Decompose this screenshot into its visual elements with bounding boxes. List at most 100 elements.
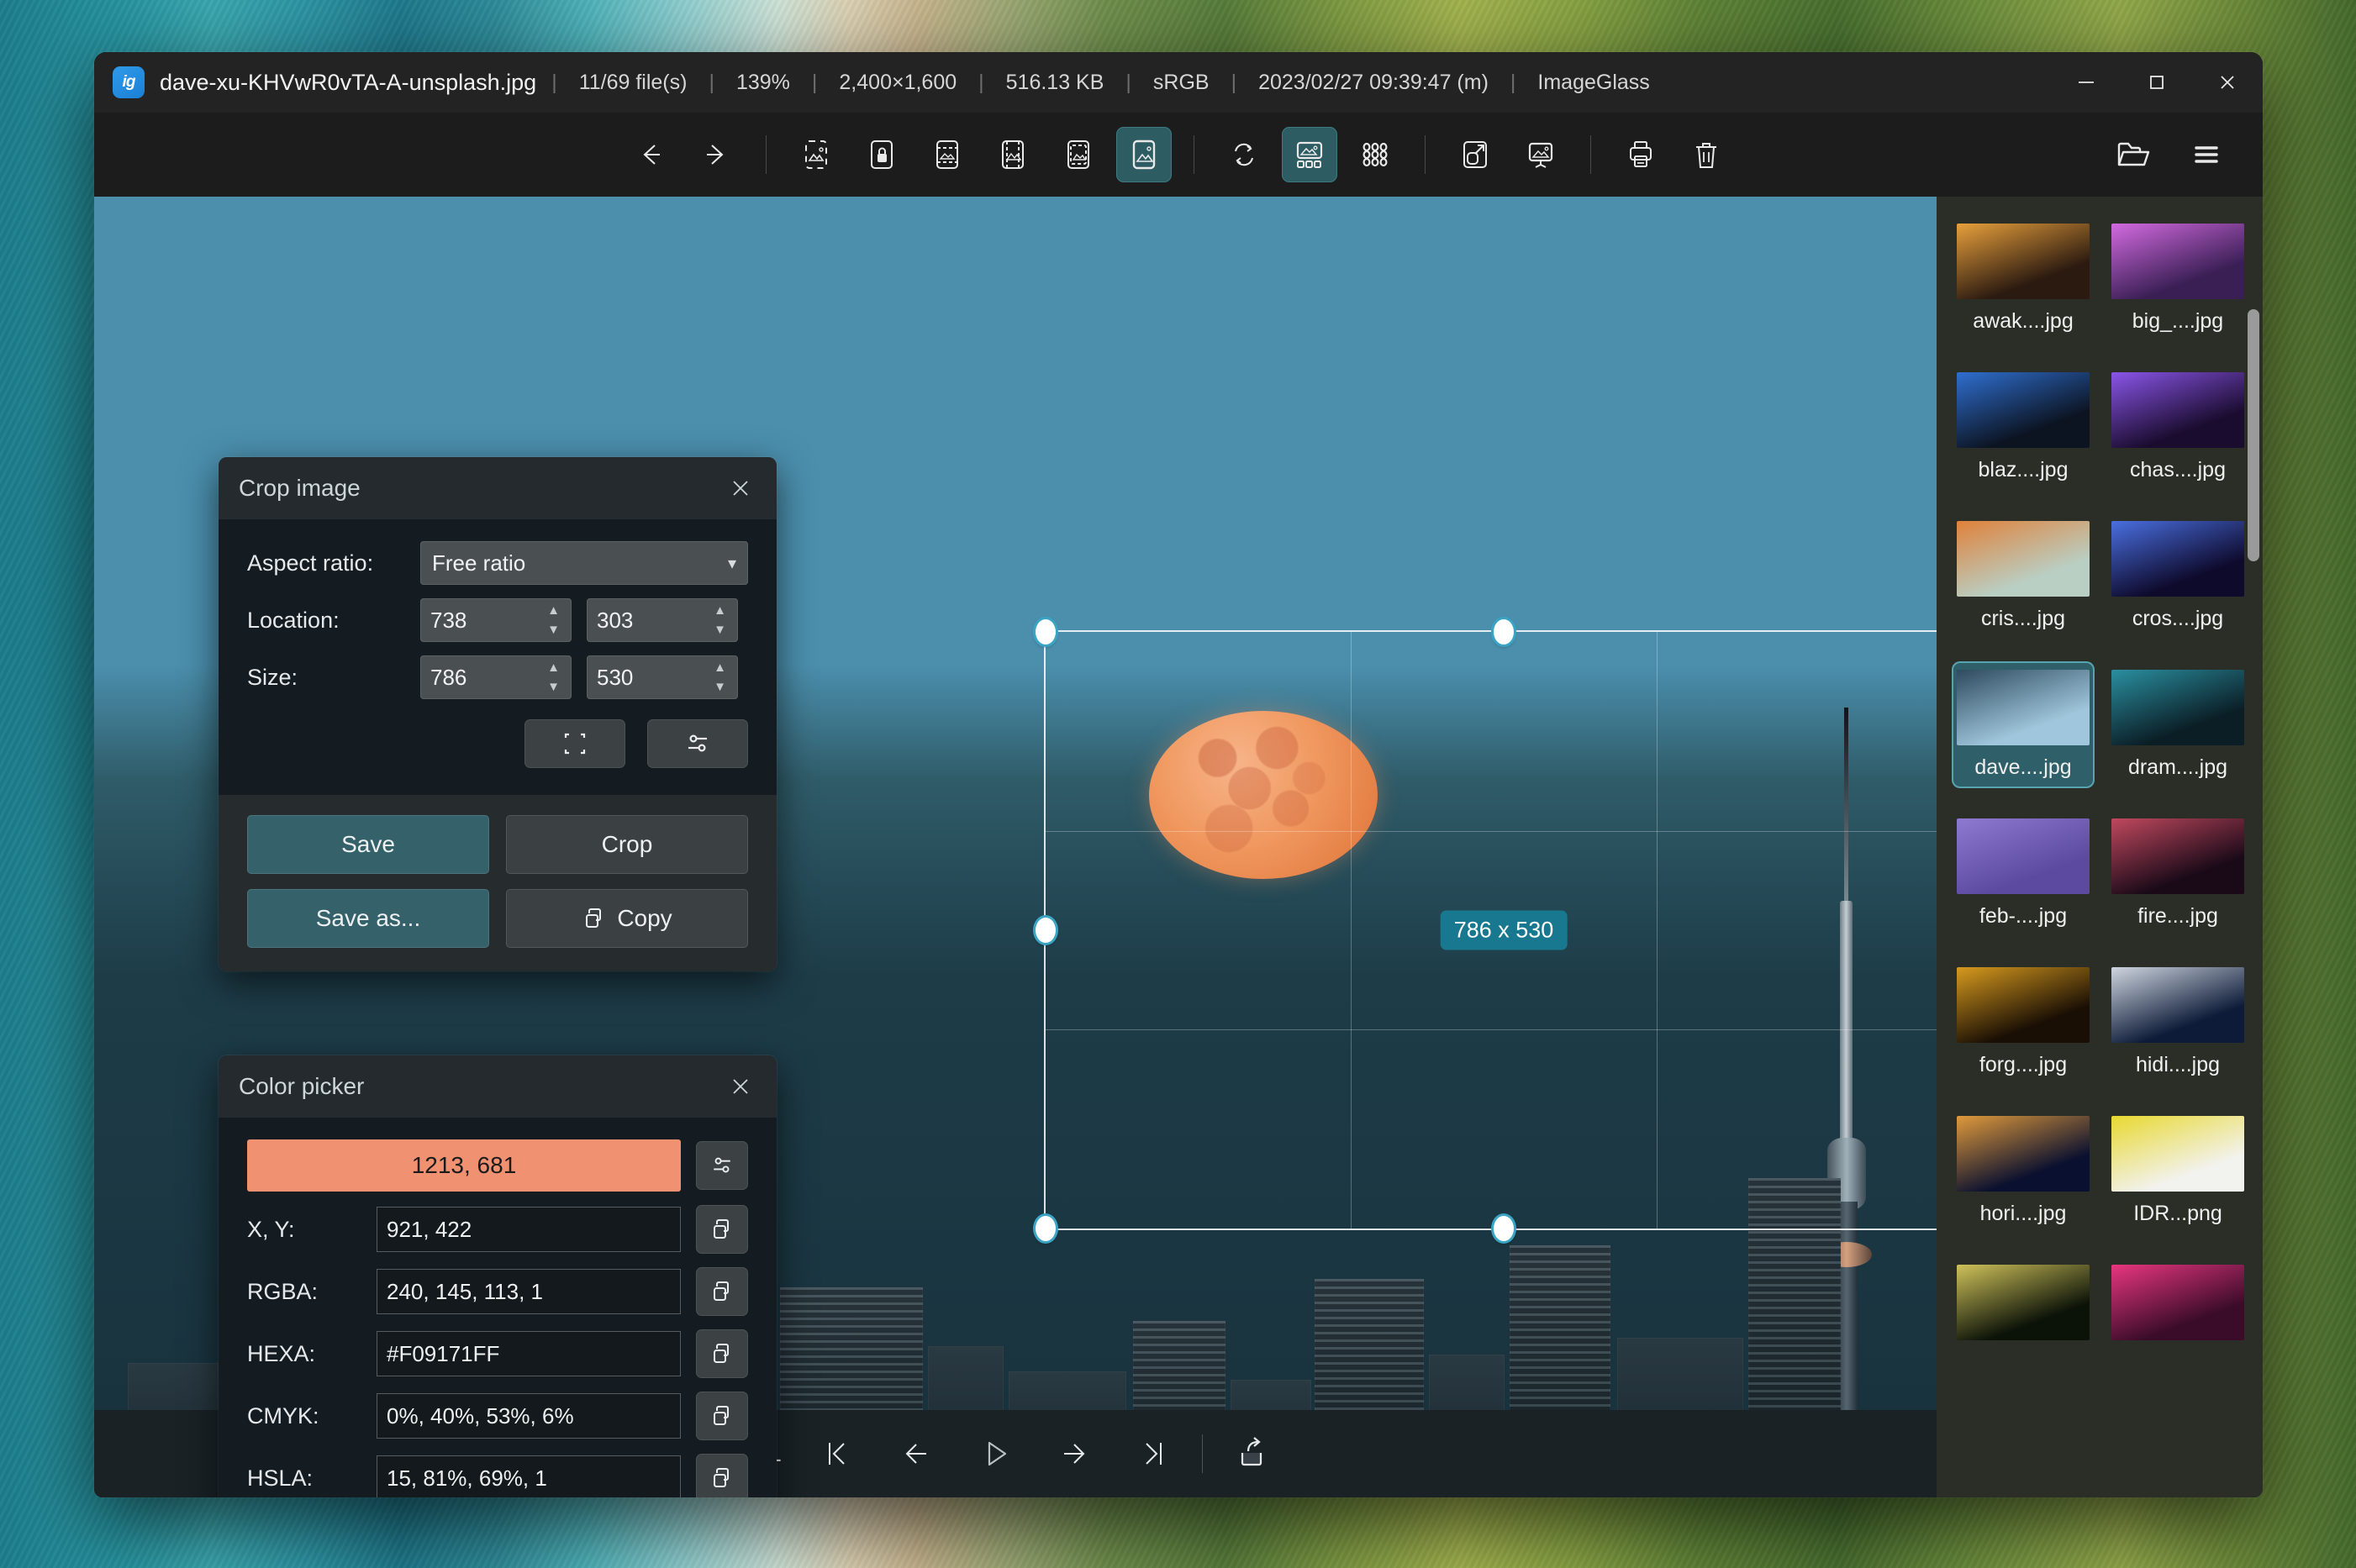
location-x-value: 738 [430,607,467,633]
aspect-ratio-label: Aspect ratio: [247,550,374,576]
thumbnail-item[interactable]: hidi....jpg [2106,959,2249,1086]
thumbnail-filename: fire....jpg [2137,904,2218,928]
thumbnail-item[interactable]: awak....jpg [1952,215,2095,342]
size-width-input[interactable]: 786 ▲ ▼ [420,655,572,699]
thumbnail-image [1957,1116,2090,1192]
crop-image-panel: Crop image Aspect ratio: Free ratio ▾ Lo… [219,457,777,971]
hamburger-menu-button[interactable] [2179,127,2234,182]
spinner-arrows-icon[interactable]: ▲ ▼ [547,598,560,642]
scale-to-width-button[interactable] [920,127,975,182]
toggle-checkerboard-button[interactable] [1347,127,1403,182]
thumbnail-item[interactable]: forg....jpg [1952,959,2095,1086]
thumbnail-filename: dave....jpg [1974,755,2072,779]
thumbnail-item[interactable]: IDR...png [2106,1108,2249,1234]
color-field-input[interactable]: 921, 422 [377,1207,681,1252]
thumbnail-item[interactable]: dram....jpg [2106,661,2249,788]
spinner-arrows-icon[interactable]: ▲ ▼ [547,655,560,699]
thumbnail-item[interactable]: hori....jpg [1952,1108,2095,1234]
minimize-button[interactable] [2051,52,2121,113]
aspect-ratio-row: Aspect ratio: Free ratio ▾ [247,541,748,585]
size-row: Size: 786 ▲ ▼ 530 ▲ ▼ [247,655,748,699]
crop-settings-button[interactable] [647,719,748,768]
maximize-button[interactable] [2121,52,2192,113]
size-height-value: 530 [597,664,634,690]
thumbnail-item[interactable]: cris....jpg [1952,513,2095,639]
crop-handle-top-center[interactable] [1494,619,1514,645]
thumbnail-item[interactable]: cros....jpg [2106,513,2249,639]
color-picker-close-icon[interactable] [719,1066,762,1108]
color-picker-title: Color picker [239,1073,365,1099]
print-button[interactable] [1613,127,1668,182]
thumbnail-scrollbar[interactable] [2248,208,2259,1486]
crop-copy-label: Copy [617,905,672,931]
autozoom-button[interactable] [788,127,844,182]
thumbnail-item[interactable]: blaz....jpg [1952,364,2095,491]
back-button[interactable] [623,127,678,182]
color-picker-settings-button[interactable] [696,1141,748,1190]
spinner-arrows-icon[interactable]: ▲ ▼ [714,655,726,699]
crop-save-as-button[interactable]: Save as... [247,889,489,948]
copy-icon[interactable] [696,1454,748,1497]
thumbnail-item[interactable]: big_....jpg [2106,215,2249,342]
color-field-row: X, Y: 921, 422 [247,1205,748,1254]
slideshow-button[interactable] [1513,127,1568,182]
export-button[interactable] [1221,1424,1282,1483]
location-x-input[interactable]: 738 ▲ ▼ [420,598,572,642]
select-all-button[interactable] [524,719,625,768]
scale-to-fit-button[interactable] [1051,127,1106,182]
thumbnail-scrollbar-thumb[interactable] [2248,309,2259,561]
aspect-ratio-select[interactable]: Free ratio ▾ [420,541,748,585]
next-image-button[interactable] [1044,1424,1104,1483]
crop-handle-top-left[interactable] [1036,619,1056,645]
thumbnail-item-selected[interactable]: dave....jpg [1952,661,2095,788]
scale-to-fill-button[interactable] [1116,127,1172,182]
last-page-button[interactable] [1123,1424,1183,1483]
thumbnail-item[interactable]: chas....jpg [2106,364,2249,491]
scale-to-height-button[interactable] [985,127,1041,182]
thumbnail-item[interactable]: feb-....jpg [1952,810,2095,937]
copy-icon[interactable] [696,1205,748,1254]
previous-image-button[interactable] [886,1424,946,1483]
close-button[interactable] [2192,52,2263,113]
crop-selection[interactable]: 786 x 530 [1036,619,1937,1241]
crop-copy-button[interactable]: Copy [506,889,748,948]
lock-zoom-button[interactable] [854,127,909,182]
copy-icon[interactable] [696,1392,748,1440]
fullscreen-button[interactable] [1447,127,1503,182]
crop-apply-button[interactable]: Crop [506,815,748,874]
toolbar-divider [1425,135,1426,174]
refresh-button[interactable] [1216,127,1272,182]
delete-button[interactable] [1679,127,1734,182]
color-field-input[interactable]: 0%, 40%, 53%, 6% [377,1393,681,1439]
size-height-input[interactable]: 530 ▲ ▼ [587,655,738,699]
thumbnail-image [1957,224,2090,299]
forward-button[interactable] [688,127,744,182]
copy-icon[interactable] [696,1267,748,1316]
color-swatch-row: 1213, 681 [247,1139,748,1192]
thumbnail-panel[interactable]: awak....jpg big_....jpg blaz....jpg chas...… [1937,197,2263,1497]
play-slideshow-button[interactable] [965,1424,1025,1483]
crop-handle-bottom-left[interactable] [1036,1216,1056,1241]
imageglass-icon: ig [113,66,145,98]
thumbnail-item[interactable] [1952,1256,2095,1349]
location-y-input[interactable]: 303 ▲ ▼ [587,598,738,642]
copy-icon[interactable] [696,1329,748,1378]
toggle-thumbnails-button[interactable] [1282,127,1337,182]
color-field-input[interactable]: 240, 145, 113, 1 [377,1269,681,1314]
thumbnail-item[interactable]: fire....jpg [2106,810,2249,937]
crop-tool-buttons [247,719,748,768]
file-datetime: 2023/02/27 09:39:47 (m) [1258,70,1489,94]
spinner-arrows-icon[interactable]: ▲ ▼ [714,598,726,642]
toolbar-divider [766,135,767,174]
color-picker-panel: Color picker 1213, 681 X, Y: 921, 422 RGBA… [219,1055,777,1497]
first-page-button[interactable] [807,1424,867,1483]
open-folder-button[interactable] [2105,127,2160,182]
file-count: 11/69 file(s) [578,70,688,94]
crop-handle-bottom-center[interactable] [1494,1216,1514,1241]
thumbnail-item[interactable] [2106,1256,2249,1349]
crop-panel-close-icon[interactable] [719,467,762,509]
color-field-input[interactable]: 15, 81%, 69%, 1 [377,1455,681,1497]
crop-save-button[interactable]: Save [247,815,489,874]
color-field-input[interactable]: #F09171FF [377,1331,681,1376]
crop-handle-middle-left[interactable] [1036,918,1056,943]
